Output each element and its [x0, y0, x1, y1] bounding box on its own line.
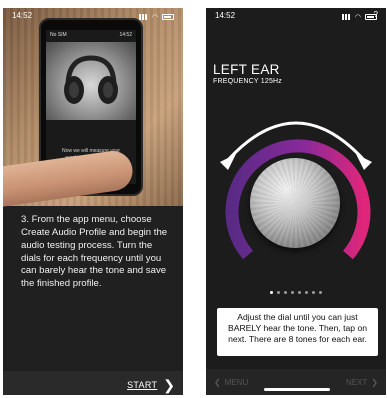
next-label: NEXT	[345, 378, 368, 387]
page-dot	[319, 291, 322, 294]
signal-icon	[341, 13, 351, 20]
headphones-icon	[64, 55, 118, 104]
left-phone-screen: No SIM 14:52 Now we will measure your ea…	[3, 8, 183, 395]
battery-icon	[162, 13, 174, 20]
signal-icon	[138, 13, 148, 20]
menu-label: MENU	[224, 378, 249, 387]
status-bar: 14:52 ◠	[206, 8, 386, 22]
chevron-right-icon: ❯	[371, 378, 378, 387]
page-dot	[312, 291, 315, 294]
inner-carrier: No SIM	[50, 32, 67, 38]
home-indicator	[264, 388, 330, 391]
bottom-bar: START ❯	[3, 371, 183, 395]
battery-icon	[365, 13, 377, 20]
wifi-icon: ◠	[151, 13, 158, 21]
next-button[interactable]: NEXT ❯	[346, 378, 378, 387]
status-time: 14:52	[12, 11, 33, 20]
menu-button[interactable]: ❮ MENU	[214, 378, 248, 387]
step-description: 3. From the app menu, choose Create Audi…	[21, 214, 168, 290]
status-bar: 14:52 ◠	[3, 8, 183, 22]
page-dot	[291, 291, 294, 294]
headphones-photo	[46, 42, 136, 120]
page-dot	[298, 291, 301, 294]
ear-title: LEFT EAR	[213, 62, 280, 77]
page-dot	[284, 291, 287, 294]
chevron-left-icon: ❮	[214, 378, 221, 387]
start-label: START	[127, 380, 158, 390]
inner-time: 14:52	[119, 32, 132, 38]
volume-dial[interactable]	[250, 158, 340, 248]
page-dot	[277, 291, 280, 294]
instruction-box: Adjust the dial until you can just BAREL…	[217, 308, 378, 356]
bottom-bar: ❮ MENU NEXT ❯	[206, 369, 386, 395]
wifi-icon: ◠	[354, 13, 361, 21]
page-dot	[305, 291, 308, 294]
inner-status-bar: No SIM 14:52	[50, 32, 132, 38]
status-time: 14:52	[215, 11, 236, 20]
page-dot	[270, 291, 273, 294]
start-button[interactable]: START ❯	[127, 377, 175, 393]
frequency-label: FREQUENCY 125Hz	[213, 78, 283, 85]
tutorial-photo: No SIM 14:52 Now we will measure your ea…	[3, 8, 183, 208]
right-phone-screen: 14:52 ◠ ? LEFT EAR FREQUENCY 125Hz Adjus…	[206, 8, 386, 395]
chevron-right-icon: ❯	[163, 377, 175, 393]
page-indicator	[206, 291, 386, 294]
